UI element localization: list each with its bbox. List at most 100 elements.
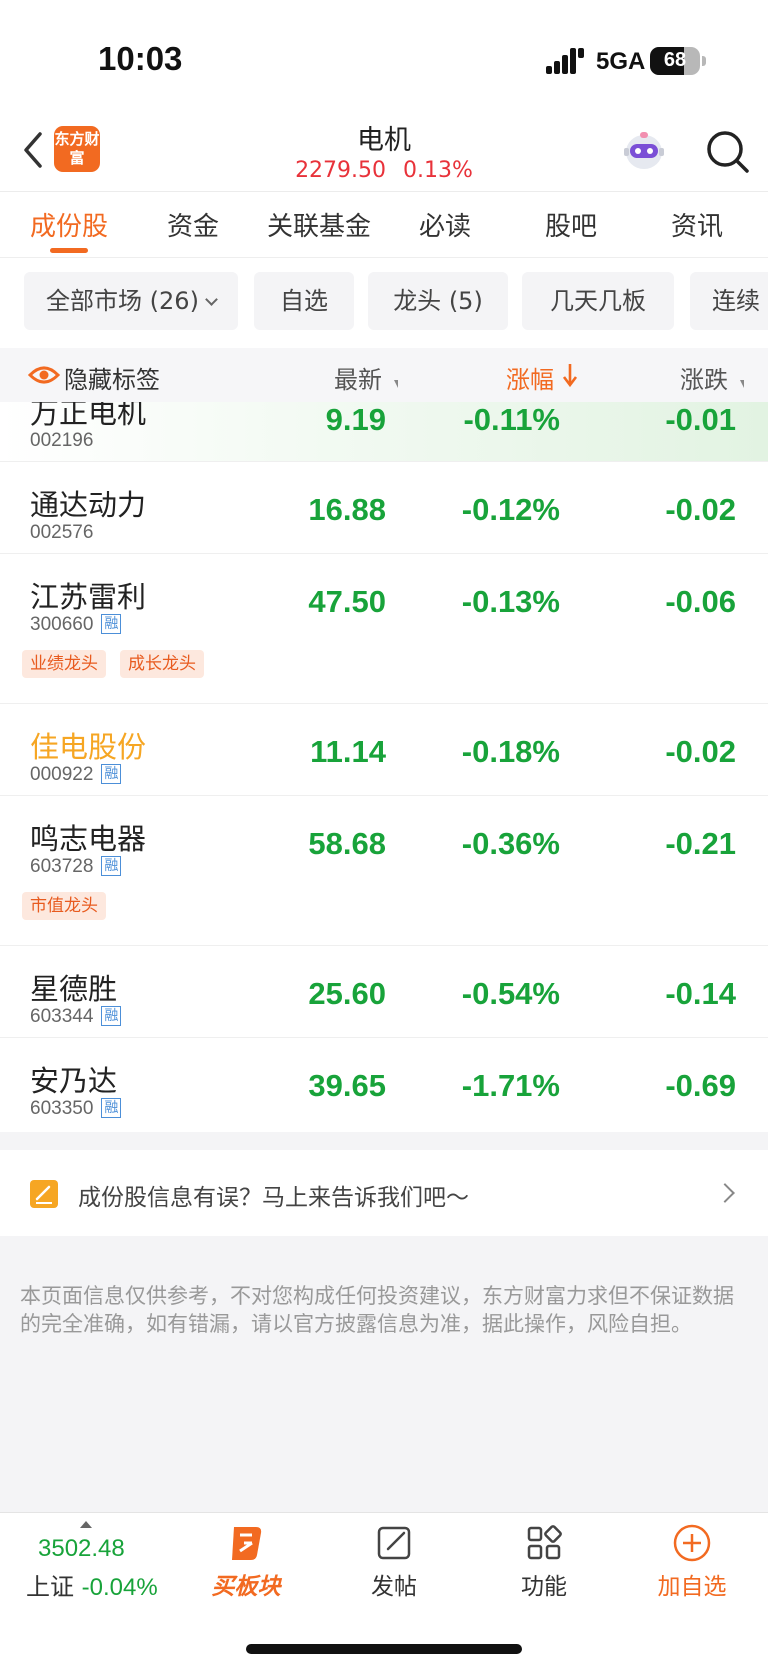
stock-code: 000922 [30, 764, 94, 785]
stock-change-pct: -0.36% [461, 826, 560, 861]
filter-market[interactable]: 全部市场 (26) [24, 272, 238, 330]
network-type: 5GA [596, 48, 646, 75]
column-change-pct[interactable]: 涨幅 [506, 360, 554, 395]
stock-code: 002576 [30, 522, 94, 543]
margin-badge: 融 [101, 614, 122, 634]
stock-code: 300660 [30, 614, 94, 635]
add-watchlist-label: 加自选 [657, 1574, 727, 1600]
filter-watchlist[interactable]: 自选 [254, 272, 354, 330]
stock-change-amt: -0.21 [665, 826, 736, 861]
compose-icon [377, 1526, 411, 1560]
stock-change-pct: -0.11% [463, 402, 560, 437]
margin-badge: 融 [101, 856, 122, 876]
post-button[interactable]: 发帖 [334, 1523, 454, 1601]
stock-name: 通达动力 [30, 488, 147, 522]
tab-news[interactable]: 资讯 [634, 206, 760, 243]
buy-sector-icon [232, 1527, 262, 1560]
robot-assistant-icon[interactable] [620, 128, 668, 174]
table-row[interactable]: 安乃达 603350 融 39.65 -1.71% -0.69 [0, 1038, 768, 1132]
chevron-down-icon [205, 293, 218, 306]
stock-change-pct: -0.18% [461, 734, 560, 769]
tab-forum[interactable]: 股吧 [508, 206, 634, 243]
sort-indicator-icon [736, 380, 744, 388]
filter-limit-up[interactable]: 几天几板 [522, 272, 674, 330]
stock-code: 603350 [30, 1098, 94, 1119]
margin-badge: 融 [101, 764, 122, 784]
index-change: -0.04% [81, 1574, 158, 1601]
index-name: 上证 [26, 1573, 74, 1601]
tab-bar: 成份股 资金 关联基金 必读 股吧 资讯 [0, 192, 768, 258]
sort-down-arrow-icon [562, 364, 578, 388]
table-row[interactable]: 佳电股份 000922 融 11.14 -0.18% -0.02 [0, 704, 768, 796]
stock-change-amt: -0.02 [665, 492, 736, 527]
buy-sector-label: 买板块 [211, 1574, 281, 1600]
margin-badge: 融 [101, 1098, 122, 1118]
stock-change-pct: -0.12% [461, 492, 560, 527]
table-header: 隐藏标签 最新 涨幅 涨跌 [0, 348, 768, 402]
sector-price: 2279.50 [295, 158, 387, 183]
tag-growth-leader[interactable]: 成长龙头 [120, 650, 204, 678]
buy-sector-button[interactable]: 买板块 [186, 1523, 306, 1601]
stock-name: 星德胜 [30, 972, 118, 1006]
plus-circle-icon [673, 1524, 711, 1562]
stock-code-line: 000922 融 [30, 764, 122, 786]
sort-indicator-icon [390, 380, 398, 388]
add-watchlist-button[interactable]: 加自选 [632, 1523, 752, 1601]
edit-icon [30, 1180, 58, 1208]
stock-code-line: 603728 融 [30, 856, 122, 878]
tab-funds[interactable]: 资金 [130, 206, 256, 243]
stock-code-line: 300660 融 [30, 614, 122, 636]
section-divider [0, 1132, 768, 1150]
stock-change-pct: -0.13% [461, 584, 560, 619]
stock-change-amt: -0.02 [665, 734, 736, 769]
stock-change-amt: -0.69 [665, 1068, 736, 1103]
battery-icon: 68 [650, 47, 700, 75]
stock-change-amt: -0.01 [665, 402, 736, 437]
stock-change-pct: -1.71% [461, 1068, 560, 1103]
filter-market-label: 全部市场 (26) [46, 287, 199, 315]
stock-code-line: 603350 融 [30, 1098, 122, 1120]
battery-tip [702, 56, 706, 66]
table-row[interactable]: 江苏雷利 300660 融 47.50 -0.13% -0.06 业绩龙头 成长龙… [0, 554, 768, 704]
disclaimer-text: 本页面信息仅供参考，不对您构成任何投资建议，东方财富力求但不保证数据的完全准确，… [20, 1284, 734, 1336]
stock-code-line: 603344 融 [30, 1006, 122, 1028]
battery-level: 68 [663, 49, 687, 71]
post-label: 发帖 [371, 1574, 417, 1600]
expand-up-icon [80, 1521, 92, 1528]
stock-price: 47.50 [308, 584, 386, 619]
feedback-link[interactable]: 成份股信息有误？马上来告诉我们吧～ [0, 1150, 768, 1236]
stock-price: 16.88 [308, 492, 386, 527]
column-latest[interactable]: 最新 [334, 360, 382, 395]
stock-code: 603344 [30, 1006, 94, 1027]
filter-bar: 全部市场 (26) 自选 龙头 (5) 几天几板 连续 [0, 258, 768, 348]
filter-leaders[interactable]: 龙头 (5) [368, 272, 508, 330]
stock-price: 11.14 [310, 734, 386, 769]
home-indicator [246, 1644, 522, 1654]
hide-tags-toggle[interactable]: 隐藏标签 [64, 360, 160, 395]
stock-name: 万正电机 [30, 402, 147, 430]
eye-icon[interactable] [28, 362, 60, 388]
stock-list: 万正电机 002196 9.19 -0.11% -0.01 通达动力 00257… [0, 402, 768, 1132]
stock-name: 安乃达 [30, 1064, 118, 1098]
tag-market-cap-leader[interactable]: 市值龙头 [22, 892, 106, 920]
table-row[interactable]: 通达动力 002576 16.88 -0.12% -0.02 [0, 462, 768, 554]
column-change-amt[interactable]: 涨跌 [680, 360, 728, 395]
tab-must-read[interactable]: 必读 [382, 206, 508, 243]
column-change-pct-label: 涨幅 [506, 366, 554, 394]
stock-price: 9.19 [325, 402, 386, 437]
tag-performance-leader[interactable]: 业绩龙头 [22, 650, 106, 678]
table-row[interactable]: 万正电机 002196 9.19 -0.11% -0.01 [0, 402, 768, 462]
functions-button[interactable]: 功能 [484, 1523, 604, 1601]
stock-price: 25.60 [308, 976, 386, 1011]
tab-constituents[interactable]: 成份股 [6, 206, 132, 243]
table-row[interactable]: 星德胜 603344 融 25.60 -0.54% -0.14 [0, 946, 768, 1038]
search-icon[interactable] [704, 128, 750, 174]
tab-related-funds[interactable]: 关联基金 [256, 206, 382, 243]
disclaimer-area: 本页面信息仅供参考，不对您构成任何投资建议，东方财富力求但不保证数据的完全准确，… [0, 1236, 768, 1512]
stock-change-amt: -0.14 [665, 976, 736, 1011]
stock-name: 佳电股份 [30, 730, 147, 764]
chevron-right-icon [715, 1183, 735, 1203]
header: 东方财富 电机 2279.50 0.13% [0, 110, 768, 192]
filter-consecutive[interactable]: 连续 [690, 272, 768, 330]
table-row[interactable]: 鸣志电器 603728 融 58.68 -0.36% -0.21 市值龙头 [0, 796, 768, 946]
